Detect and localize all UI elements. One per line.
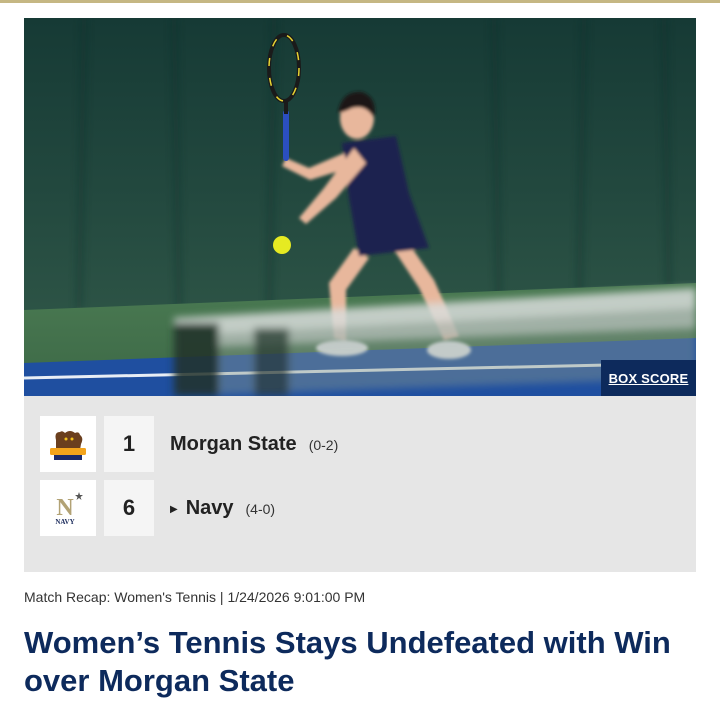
team-name[interactable]: Navy xyxy=(186,497,234,520)
morgan-state-bear-logo xyxy=(40,416,96,472)
box-score-link[interactable]: BOX SCORE xyxy=(601,360,696,396)
tennis-photo xyxy=(24,18,696,396)
team-record: (0-2) xyxy=(308,436,339,453)
team-score: 6 xyxy=(104,480,154,536)
team-row-navy[interactable]: N NAVY 6 ▶ Navy (4-0) xyxy=(40,480,275,536)
bear-icon xyxy=(50,431,86,460)
hero-image[interactable]: BOX SCORE xyxy=(24,18,696,396)
team-info: ▶ Navy (4-0) xyxy=(170,497,275,520)
team-record: (4-0) xyxy=(245,500,276,517)
team-score: 1 xyxy=(104,416,154,472)
winner-arrow-icon: ▶ xyxy=(170,503,178,515)
team-info: Morgan State (0-2) xyxy=(170,433,338,456)
scoreboard: 1 Morgan State (0-2) N NAVY 6 ▶ Navy (4-… xyxy=(24,396,696,572)
article-meta: Match Recap: Women's Tennis | 1/24/2026 … xyxy=(24,589,366,605)
article-headline[interactable]: Women’s Tennis Stays Undefeated with Win… xyxy=(24,624,684,700)
navy-n-logo: N NAVY xyxy=(40,480,96,536)
top-accent-rule xyxy=(0,0,720,3)
svg-text:NAVY: NAVY xyxy=(55,518,74,526)
team-row-morgan-state[interactable]: 1 Morgan State (0-2) xyxy=(40,416,338,472)
team-name[interactable]: Morgan State xyxy=(170,433,297,456)
navy-n-icon: N NAVY xyxy=(55,492,83,526)
